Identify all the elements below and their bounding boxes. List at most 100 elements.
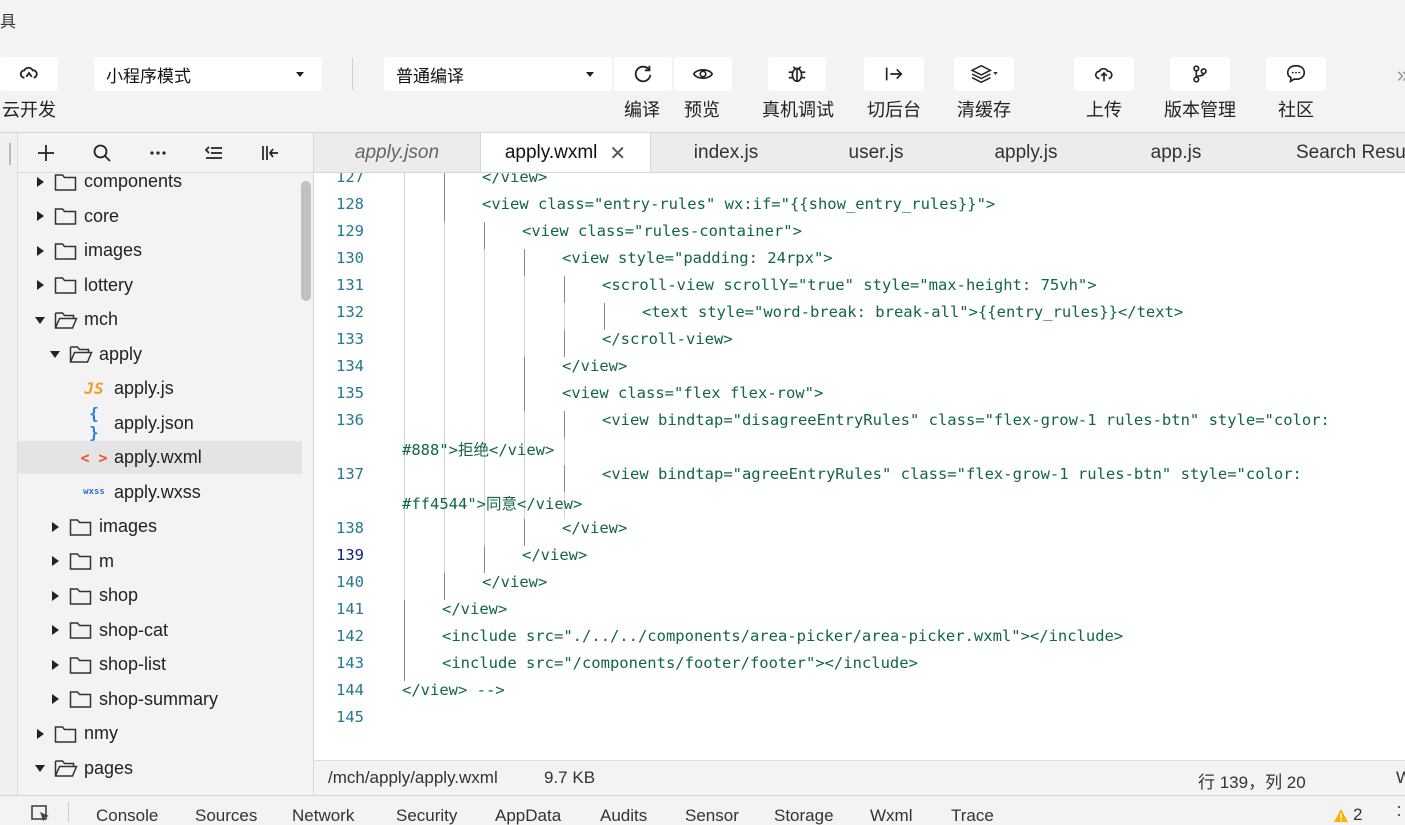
chevron-right-icon[interactable] (47, 553, 63, 569)
chevron-right-icon[interactable] (32, 174, 48, 190)
indent-guide (524, 465, 525, 492)
cloud-dev-button[interactable] (0, 57, 58, 91)
folder-icon (69, 586, 93, 606)
indent-guide (564, 303, 565, 330)
kebab-menu-icon[interactable]: · · (1396, 797, 1402, 823)
devtools-tab-appdata[interactable]: AppData (495, 806, 561, 825)
tab-user.js[interactable]: user.js (801, 133, 951, 172)
warnings-indicator[interactable]: 2 (1333, 805, 1362, 825)
tree-folder-images[interactable]: images (18, 510, 302, 543)
devtools-tab-sensor[interactable]: Sensor (685, 806, 739, 825)
tree-folder-shop[interactable]: shop (18, 579, 302, 612)
tab-apply.json[interactable]: apply.json (314, 133, 480, 172)
tree-folder-components[interactable]: components (18, 174, 302, 198)
indent-guide (404, 222, 405, 249)
chevron-down-icon (296, 72, 304, 77)
code-line: </view> (562, 519, 628, 537)
version-manage-button[interactable] (1170, 57, 1230, 91)
code-editor[interactable]: 127 </view> 128 <view class="entry-rules" w… (314, 173, 1405, 760)
device-debug-button[interactable] (768, 57, 826, 91)
background-button[interactable] (864, 57, 924, 91)
preview-button[interactable] (674, 57, 732, 91)
indent-guide (444, 384, 445, 411)
hide-sidebar-button[interactable] (242, 133, 298, 173)
tab-label: user.js (848, 142, 904, 163)
tree-folder-shop-list[interactable]: shop-list (18, 648, 302, 681)
clear-cache-button[interactable] (954, 57, 1014, 91)
indent-guide (564, 465, 565, 492)
chevron-right-icon[interactable] (47, 657, 63, 673)
close-icon[interactable]: ✕ (609, 141, 626, 166)
editor-tabs: apply.json apply.wxml ✕ index.js user.js appl… (314, 132, 1405, 173)
indent-guide (404, 600, 405, 627)
add-file-button[interactable] (18, 133, 74, 173)
more-options-button[interactable] (130, 133, 186, 173)
chevron-right-icon[interactable] (32, 243, 48, 259)
chevron-down-icon[interactable] (32, 760, 48, 776)
tree-folder-shop-summary[interactable]: shop-summary (18, 683, 302, 716)
tree-item-label: shop-list (99, 654, 167, 674)
devtools-tab-audits[interactable]: Audits (600, 806, 647, 825)
chevron-right-icon[interactable] (47, 691, 63, 707)
devtools-tab-security[interactable]: Security (396, 806, 457, 825)
tree-file-apply.js[interactable]: JS apply.js (18, 372, 302, 405)
devtools-tab-console[interactable]: Console (96, 806, 158, 825)
devtools-tab-sources[interactable]: Sources (195, 806, 257, 825)
device-debug-label: 真机调试 (762, 100, 834, 120)
tab-index.js[interactable]: index.js (651, 133, 801, 172)
upload-button[interactable] (1074, 57, 1134, 91)
tree-item-label: shop-summary (99, 688, 219, 709)
devtools-tab-network[interactable]: Network (292, 806, 354, 825)
devtools-tab-storage[interactable]: Storage (774, 806, 834, 825)
tree-folder-nmy[interactable]: nmy (18, 717, 302, 750)
inspect-element-icon[interactable] (30, 804, 52, 824)
chevron-right-icon[interactable] (47, 588, 63, 604)
chevron-right-icon[interactable] (47, 622, 63, 638)
tab-apply.wxml[interactable]: apply.wxml ✕ (480, 133, 651, 172)
tree-folder-shop-cat[interactable]: shop-cat (18, 614, 302, 647)
tree-item-label: apply.wxss (114, 481, 201, 502)
tab-apply.js[interactable]: apply.js (951, 133, 1101, 172)
tab-Search Resu[interactable]: Search Resu (1251, 133, 1405, 172)
cursor-position[interactable]: 行 139，列 20 (1198, 768, 1306, 793)
indent-guide (444, 465, 445, 492)
tree-item-label: m (99, 550, 114, 571)
tree-file-apply.json[interactable]: { } apply.json (18, 404, 302, 442)
tree-folder-mch[interactable]: mch (18, 303, 302, 336)
chevron-right-icon[interactable] (32, 277, 48, 293)
code-line: <view style="padding: 24rpx"> (562, 249, 833, 267)
compile-select[interactable]: 普通编译 (384, 57, 612, 91)
tree-folder-apply[interactable]: apply (18, 338, 302, 371)
folder-icon (54, 206, 78, 226)
indent-guide (444, 276, 445, 303)
tree-folder-m[interactable]: m (18, 545, 302, 578)
community-button[interactable] (1266, 57, 1326, 91)
chevron-down-icon (586, 72, 594, 77)
explorer-toolbar (18, 133, 313, 173)
indent-guide (404, 173, 405, 195)
folder-icon (69, 620, 93, 640)
sidebar-scrollbar[interactable] (301, 181, 311, 301)
chevron-down-icon[interactable] (32, 312, 48, 328)
compile-button[interactable] (614, 57, 672, 91)
more-toolbar-icon[interactable]: » (1397, 62, 1405, 88)
search-files-button[interactable] (74, 133, 130, 173)
mode-select[interactable]: 小程序模式 (94, 57, 322, 91)
chevron-down-icon[interactable] (47, 346, 63, 362)
devtools-tab-wxml[interactable]: Wxml (870, 806, 912, 825)
chevron-right-icon[interactable] (47, 519, 63, 535)
tree-folder-pages[interactable]: pages (18, 752, 302, 785)
tab-app.js[interactable]: app.js (1101, 133, 1251, 172)
tree-file-apply.wxml[interactable]: < > apply.wxml (18, 441, 302, 474)
tree-folder-images[interactable]: images (18, 234, 302, 267)
devtools-tab-trace[interactable]: Trace (951, 806, 994, 825)
status-bar: /mch/apply/apply.wxml 9.7 KB 行 139，列 20 … (314, 760, 1405, 795)
tree-file-apply.wxss[interactable]: wxss apply.wxss (18, 476, 302, 509)
collapse-all-button[interactable] (186, 133, 242, 173)
plus-icon (38, 144, 54, 161)
chevron-right-icon[interactable] (32, 726, 48, 742)
indent-guide (564, 411, 565, 438)
chevron-right-icon[interactable] (32, 208, 48, 224)
tree-folder-core[interactable]: core (18, 200, 302, 233)
tree-folder-lottery[interactable]: lottery (18, 269, 302, 302)
